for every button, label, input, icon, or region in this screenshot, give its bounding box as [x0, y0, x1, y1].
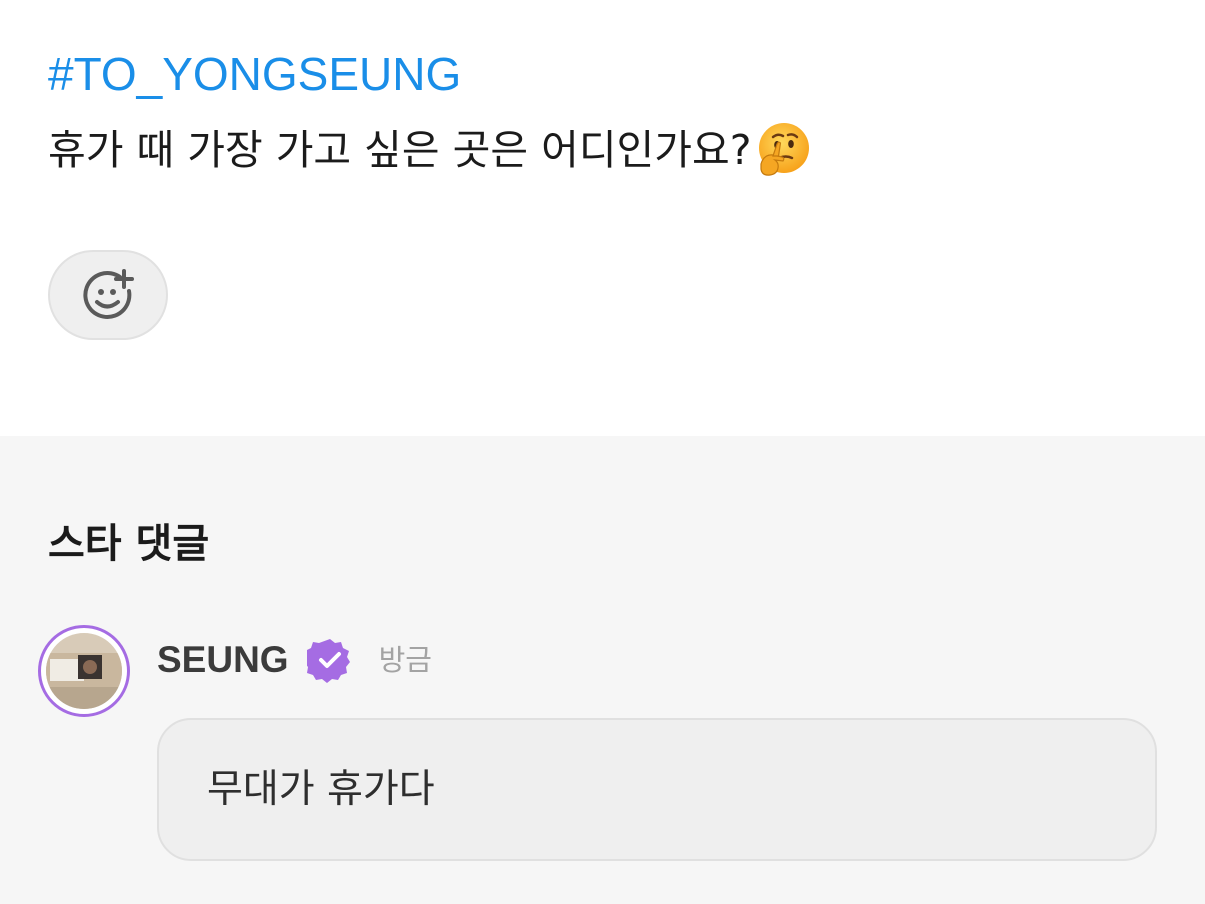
avatar[interactable]: [38, 625, 130, 717]
post-question-text: 휴가 때 가장 가고 싶은 곳은 어디인가요?: [48, 126, 752, 174]
author-name[interactable]: SEUNG: [157, 636, 289, 684]
section-title: 스타 댓글: [48, 521, 210, 567]
comment-timestamp: 방금: [378, 643, 432, 677]
avatar-photo: [46, 633, 122, 709]
comment-header: SEUNG 방금: [157, 636, 432, 684]
comment-bubble: 무대가 휴가다: [157, 718, 1157, 861]
post-card: #TO_YONGSEUNG 휴가 때 가장 가고 싶은 곳은 어디인가요?: [0, 0, 1205, 436]
thinking-face-icon: [759, 123, 810, 176]
star-comments-section: 스타 댓글 SEUNG 방금 무대가 휴가다: [0, 436, 1205, 904]
post-question: 휴가 때 가장 가고 싶은 곳은 어디인가요?: [48, 118, 813, 182]
post-hashtag[interactable]: #TO_YONGSEUNG: [48, 44, 461, 104]
add-reaction-button[interactable]: [48, 250, 168, 340]
add-reaction-icon: [83, 269, 134, 320]
comment-text: 무대가 휴가다: [207, 766, 435, 812]
verified-badge-icon: [306, 639, 350, 683]
